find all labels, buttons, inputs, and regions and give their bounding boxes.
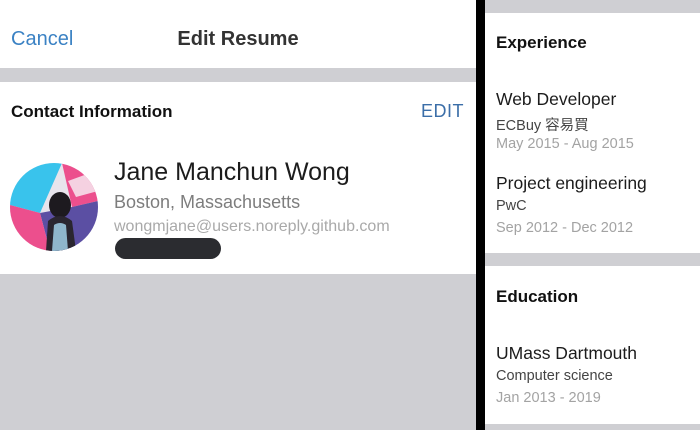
contact-location: Boston, Massachusetts	[114, 192, 301, 212]
education-school: UMass Dartmouth	[496, 343, 638, 363]
experience-role: Web Developer	[496, 89, 617, 109]
education-field: Computer science	[496, 368, 613, 384]
experience-organization: ECBuy 容易買	[496, 118, 589, 134]
page-title: Edit Resume	[177, 28, 299, 50]
education-section: Education UMass Dartmouth Computer scien…	[485, 266, 700, 424]
navigation-bar: Cancel Edit Resume	[0, 0, 476, 68]
edit-resume-screen: Cancel Edit Resume Contact Information E…	[0, 0, 476, 430]
avatar[interactable]	[10, 163, 98, 251]
experience-dates: Sep 2012 - Dec 2012	[496, 220, 634, 236]
screen-divider	[476, 0, 485, 430]
experience-role: Project engineering	[496, 173, 647, 193]
resume-details-screen: Experience Web Developer ECBuy 容易買 May 2…	[485, 0, 700, 430]
edit-contact-button[interactable]: EDIT	[421, 101, 464, 122]
experience-dates: May 2015 - Aug 2015	[496, 136, 634, 152]
experience-title: Experience	[496, 33, 587, 52]
contact-name: Jane Manchun Wong	[114, 158, 350, 186]
contact-email: wongmjane@users.noreply.github.com	[114, 218, 390, 235]
contact-information-card: Contact Information EDIT Jane Manchun Wo…	[0, 82, 476, 274]
avatar-image	[10, 163, 98, 251]
experience-organization: PwC	[496, 198, 527, 214]
redacted-phone	[115, 238, 221, 259]
experience-section: Experience Web Developer ECBuy 容易買 May 2…	[485, 13, 700, 253]
education-title: Education	[496, 287, 579, 306]
contact-section-title: Contact Information	[11, 102, 173, 121]
education-dates: Jan 2013 - 2019	[496, 390, 601, 406]
